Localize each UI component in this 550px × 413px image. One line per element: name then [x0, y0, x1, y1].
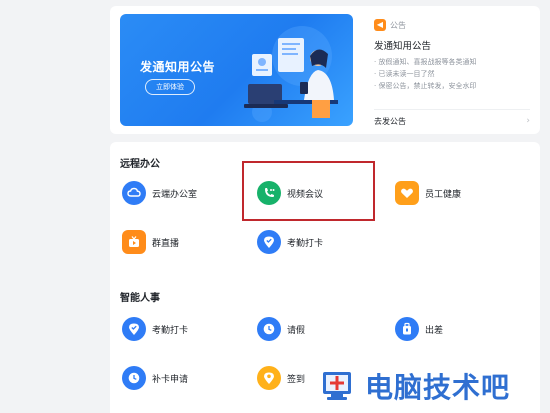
- app-business-trip[interactable]: 出差: [395, 316, 443, 342]
- notice-bullet: · 保密公告，禁止转发，安全水印: [374, 82, 477, 90]
- live-broadcast-icon: [122, 230, 146, 254]
- section-title-smart-hr: 智能人事: [120, 293, 160, 304]
- announcement-banner[interactable]: 发通知用公告 立即体验: [120, 14, 353, 126]
- watermark-text: 电脑技术吧: [365, 371, 511, 404]
- app-reissue-card[interactable]: 补卡申请: [122, 365, 188, 391]
- watermark: 电脑技术吧: [319, 362, 550, 410]
- location-checkin-icon: [257, 230, 281, 254]
- app-label: 补卡申请: [152, 374, 189, 385]
- app-label: 请假: [287, 325, 306, 336]
- app-group-live[interactable]: 群直播: [122, 229, 179, 255]
- suitcase-icon: [395, 317, 419, 341]
- watermark-logo: [323, 372, 351, 400]
- app-label: 群直播: [152, 238, 180, 249]
- right-gutter: [540, 0, 550, 413]
- app-label: 云端办公室: [152, 189, 198, 200]
- app-leave[interactable]: 请假: [257, 316, 305, 342]
- megaphone-icon: ◀: [374, 19, 386, 31]
- notice-bullets: · 放假通知、喜报战报等各类通知 · 已读未读一目了然 · 保密公告，禁止转发，…: [374, 56, 532, 92]
- location-signin-icon: [257, 366, 281, 390]
- banner-illustration: [244, 26, 338, 122]
- app-attendance-checkin-hr[interactable]: 考勤打卡: [122, 316, 188, 342]
- notice-bullet: · 放假通知、喜报战报等各类通知: [374, 58, 477, 66]
- clock-leave-icon: [257, 317, 281, 341]
- notice-divider: [374, 109, 530, 110]
- app-attendance-checkin[interactable]: 考勤打卡: [257, 229, 323, 255]
- notice-tag-label: 公告: [390, 20, 406, 30]
- app-label: 员工健康: [425, 189, 462, 200]
- announcement-card: 发通知用公告 立即体验 ◀ 公告 发通知用公告 · 放假通知、喜报战报等各类通知…: [110, 6, 540, 134]
- notice-tag: ◀ 公告: [374, 18, 532, 32]
- notice-bullet: · 已读未读一目了然: [374, 70, 435, 78]
- app-cloud-office[interactable]: 云端办公室: [122, 180, 197, 206]
- highlight-box: [242, 161, 375, 221]
- post-announcement-label: 去发公告: [374, 116, 406, 126]
- post-announcement-link[interactable]: 去发公告 ›: [374, 115, 530, 127]
- chevron-right-icon: ›: [526, 116, 530, 126]
- app-sign-in[interactable]: 签到: [257, 365, 305, 391]
- app-label: 考勤打卡: [287, 238, 324, 249]
- app-label: 出差: [425, 325, 444, 336]
- app-label: 考勤打卡: [152, 325, 189, 336]
- app-employee-health[interactable]: 员工健康: [395, 180, 461, 206]
- cloud-office-icon: [122, 181, 146, 205]
- left-gutter: [0, 0, 106, 413]
- notice-panel: ◀ 公告 发通知用公告 · 放假通知、喜报战报等各类通知 · 已读未读一目了然 …: [374, 18, 532, 128]
- try-now-button[interactable]: 立即体验: [145, 79, 195, 95]
- app-label: 签到: [287, 374, 306, 385]
- banner-title: 发通知用公告: [140, 60, 216, 74]
- section-title-remote-office: 远程办公: [120, 159, 160, 170]
- clock-reissue-icon: [122, 366, 146, 390]
- location-checkin-icon: [122, 317, 146, 341]
- heart-health-icon: [395, 181, 419, 205]
- notice-title: 发通知用公告: [374, 41, 432, 52]
